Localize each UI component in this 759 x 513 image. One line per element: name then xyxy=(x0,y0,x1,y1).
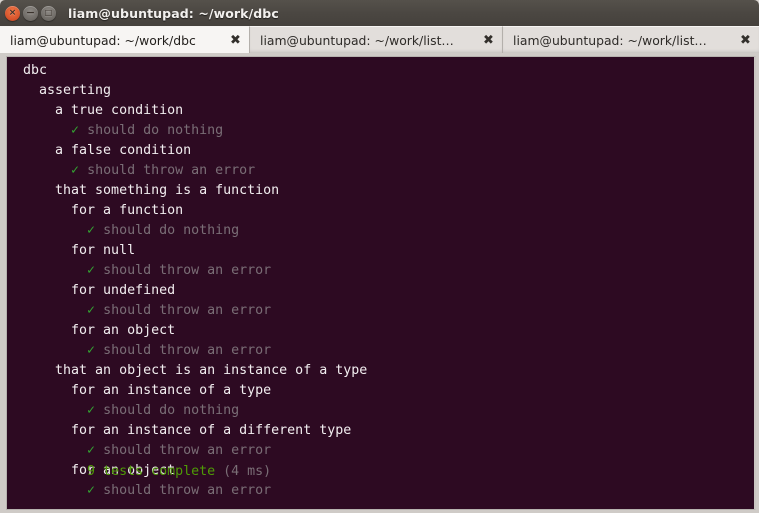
test-pass-line: ✓ should do nothing xyxy=(23,401,754,421)
test-suite-line: for an instance of a different type xyxy=(23,421,754,441)
test-suite-line: dbc xyxy=(23,61,754,81)
suite-label: for a function xyxy=(23,203,184,218)
test-pass-line: ✓ should throw an error xyxy=(23,341,754,361)
maximize-icon: □ xyxy=(44,8,53,17)
tab-list-2[interactable]: liam@ubuntupad: ~/work/list… ✖ xyxy=(503,26,759,53)
test-case-label: should do nothing xyxy=(87,123,224,138)
tab-label: liam@ubuntupad: ~/work/list… xyxy=(260,32,454,48)
window-title: liam@ubuntupad: ~/work/dbc xyxy=(68,5,279,21)
test-suite-line: a false condition xyxy=(23,141,754,161)
minimize-window-button[interactable]: − xyxy=(23,5,38,21)
test-case-label: should throw an error xyxy=(103,303,272,318)
terminal-window: × − □ liam@ubuntupad: ~/work/dbc liam@ub… xyxy=(0,0,759,513)
suite-label: for an instance of a different type xyxy=(23,423,352,438)
test-suite-line: for null xyxy=(23,241,754,261)
test-suite-line: for an instance of a type xyxy=(23,381,754,401)
close-icon[interactable]: ✖ xyxy=(739,34,752,47)
check-icon: ✓ xyxy=(71,123,88,138)
test-pass-line: ✓ should do nothing xyxy=(23,121,754,141)
close-window-button[interactable]: × xyxy=(5,5,20,21)
tab-label: liam@ubuntupad: ~/work/dbc xyxy=(10,32,196,48)
test-case-label: should do nothing xyxy=(103,223,240,238)
suite-label: for an instance of a type xyxy=(23,383,272,398)
test-case-label: should throw an error xyxy=(87,163,256,178)
test-suite-line: for undefined xyxy=(23,281,754,301)
check-icon: ✓ xyxy=(87,223,104,238)
suite-label: a false condition xyxy=(23,143,192,158)
terminal-frame: dbc asserting a true condition ✓ should … xyxy=(0,53,759,513)
suite-label: a true condition xyxy=(23,103,184,118)
test-suite-line: a true condition xyxy=(23,101,754,121)
suite-label: for an object xyxy=(23,323,176,338)
tab-list-1[interactable]: liam@ubuntupad: ~/work/list… ✖ xyxy=(250,26,503,53)
tab-label: liam@ubuntupad: ~/work/list… xyxy=(513,32,707,48)
check-icon: ✓ xyxy=(87,403,104,418)
test-case-label: should throw an error xyxy=(103,343,272,358)
close-icon: × xyxy=(8,7,17,18)
test-pass-line: ✓ should throw an error xyxy=(23,261,754,281)
test-pass-line: ✓ should do nothing xyxy=(23,221,754,241)
suite-label: asserting xyxy=(23,83,112,98)
test-pass-line: ✓ should throw an error xyxy=(23,301,754,321)
maximize-window-button[interactable]: □ xyxy=(41,5,56,21)
test-suite-line: that an object is an instance of a type xyxy=(23,361,754,381)
terminal-output: dbc asserting a true condition ✓ should … xyxy=(7,61,754,501)
suite-label: dbc xyxy=(23,63,48,78)
summary-duration: (4 ms) xyxy=(223,464,272,479)
test-case-label: should do nothing xyxy=(103,403,240,418)
check-icon: ✓ xyxy=(87,343,104,358)
check-icon: ✓ xyxy=(87,263,104,278)
check-icon: ✓ xyxy=(87,303,104,318)
test-case-label: should throw an error xyxy=(103,263,272,278)
test-suite-line: that something is a function xyxy=(23,181,754,201)
test-suite-line: for an object xyxy=(23,321,754,341)
test-summary: 9 tests complete (4 ms) xyxy=(23,442,271,502)
close-icon[interactable]: ✖ xyxy=(482,34,495,47)
tab-bar: liam@ubuntupad: ~/work/dbc ✖ liam@ubuntu… xyxy=(0,26,759,53)
test-suite-line: asserting xyxy=(23,81,754,101)
test-suite-line: for a function xyxy=(23,201,754,221)
close-icon[interactable]: ✖ xyxy=(229,34,242,47)
test-pass-line: ✓ should throw an error xyxy=(23,161,754,181)
window-titlebar: × − □ liam@ubuntupad: ~/work/dbc xyxy=(0,0,759,26)
suite-label: that an object is an instance of a type xyxy=(23,363,368,378)
suite-label: for null xyxy=(23,243,136,258)
tab-dbc[interactable]: liam@ubuntupad: ~/work/dbc ✖ xyxy=(0,26,250,53)
suite-label: for undefined xyxy=(23,283,176,298)
minimize-icon: − xyxy=(25,5,36,19)
check-icon: ✓ xyxy=(71,163,88,178)
terminal-screen[interactable]: dbc asserting a true condition ✓ should … xyxy=(6,56,756,510)
summary-count: 9 tests complete xyxy=(87,464,216,479)
suite-label: that something is a function xyxy=(23,183,280,198)
